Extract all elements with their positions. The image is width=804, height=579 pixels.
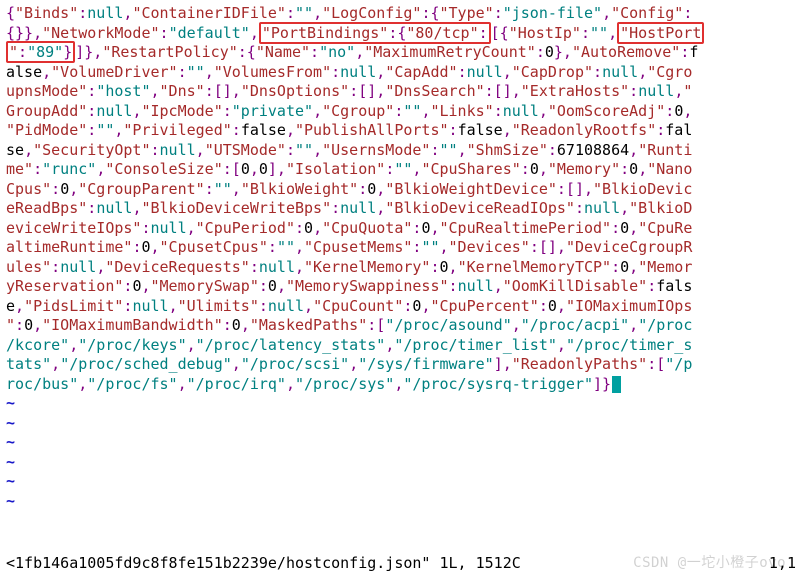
highlight-hostport-key: "HostPort	[617, 22, 704, 44]
status-position: 1,1	[769, 554, 796, 574]
editor-viewport[interactable]: {"Binds":null,"ContainerIDFile":"","LogC…	[0, 0, 804, 579]
json-root-open: {	[6, 4, 15, 22]
vim-statusline: <1fb146a1005fd9c8f8fe151b2239e/hostconfi…	[6, 554, 798, 574]
vim-tilde: ~	[6, 472, 15, 490]
vim-tilde: ~	[6, 453, 15, 471]
highlight-hostport-value: ":"89"}	[6, 41, 75, 63]
vim-tilde: ~	[6, 492, 15, 510]
status-info: 1L, 1512C	[439, 554, 520, 572]
status-filename: <1fb146a1005fd9c8f8fe151b2239e/hostconfi…	[6, 554, 430, 572]
text-cursor	[612, 376, 621, 393]
vim-tilde: ~	[6, 433, 15, 451]
vim-tilde: ~	[6, 394, 15, 412]
vim-tilde: ~	[6, 414, 15, 432]
highlight-portbindings: "PortBindings":{"80/tcp":	[259, 22, 491, 44]
